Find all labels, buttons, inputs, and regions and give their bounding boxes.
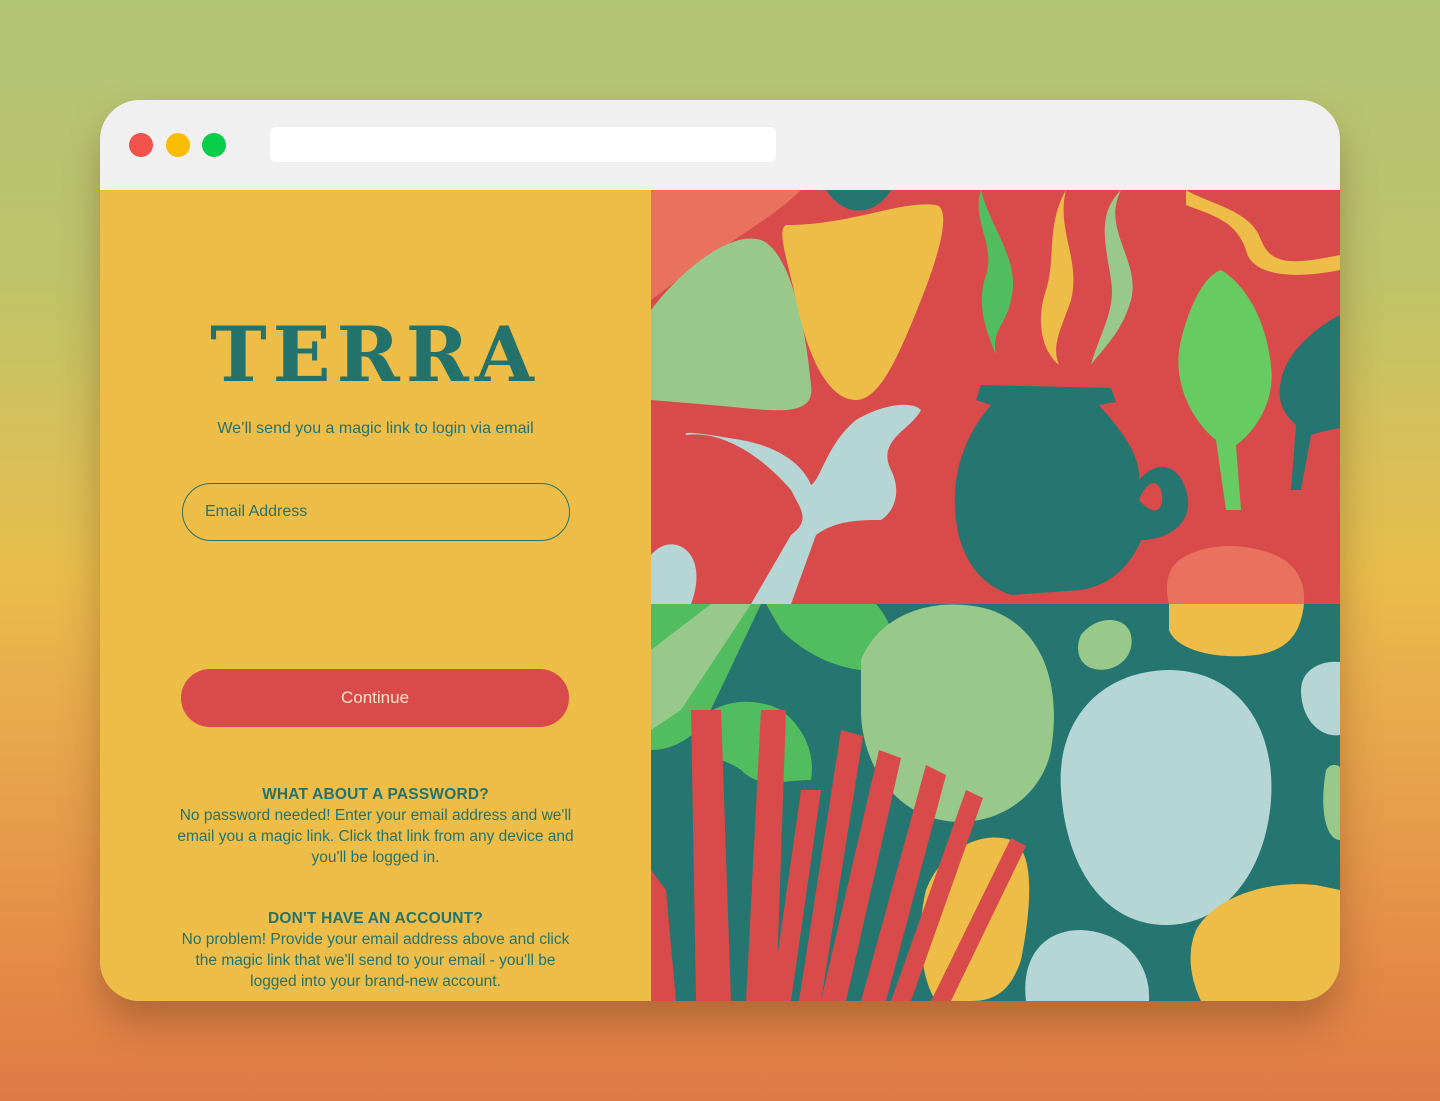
faq-password: WHAT ABOUT A PASSWORD? No password neede… — [100, 784, 651, 868]
email-field[interactable] — [182, 483, 570, 541]
faq-account-title: DON'T HAVE AN ACCOUNT? — [267, 910, 484, 927]
logo-wordmark: TERRA — [210, 315, 540, 395]
login-panel: TERRA We’ll send you a magic link to log… — [100, 190, 651, 1001]
faq-password-body: No password needed! Enter your email add… — [177, 807, 574, 866]
faq-account-body: No problem! Provide your email address a… — [181, 931, 570, 990]
login-tagline: We’ll send you a magic link to login via… — [217, 420, 534, 437]
address-bar[interactable] — [270, 127, 776, 162]
abstract-illustration — [651, 190, 1340, 1001]
page-content: TERRA We’ll send you a magic link to log… — [100, 190, 1340, 1001]
illustration-panel — [651, 190, 1340, 1001]
maximize-dot-icon[interactable] — [202, 133, 226, 157]
minimize-dot-icon[interactable] — [166, 133, 190, 157]
continue-button[interactable]: Continue — [181, 669, 569, 727]
browser-titlebar — [100, 100, 1340, 190]
browser-window: TERRA We’ll send you a magic link to log… — [100, 100, 1340, 1001]
faq-account: DON'T HAVE AN ACCOUNT? No problem! Provi… — [100, 908, 651, 992]
terra-logo: TERRA — [210, 315, 540, 395]
faq-password-title: WHAT ABOUT A PASSWORD? — [262, 786, 489, 803]
close-dot-icon[interactable] — [129, 133, 153, 157]
